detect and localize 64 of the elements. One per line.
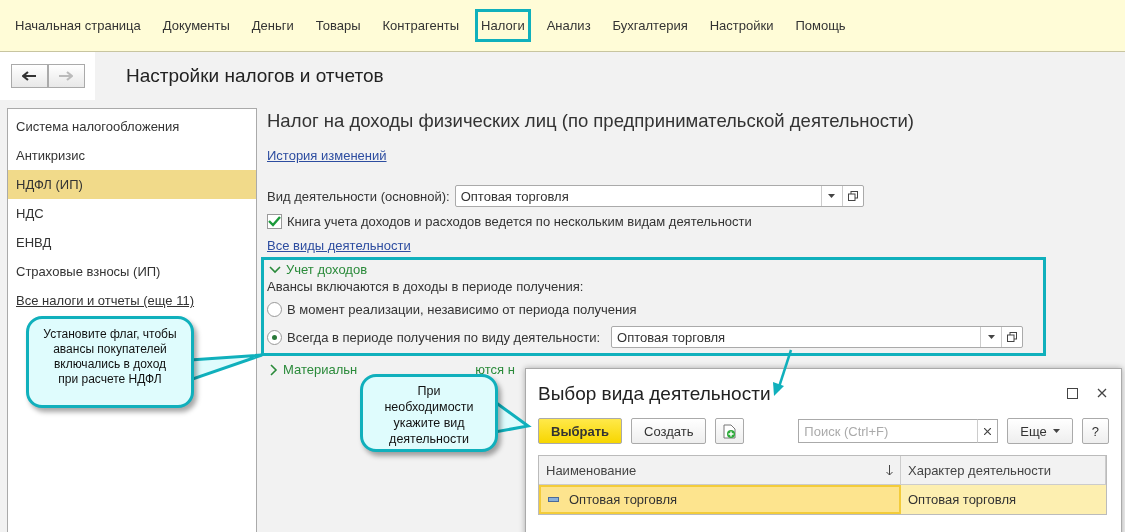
forward-arrow-icon (59, 71, 73, 81)
column-header[interactable]: Характер деятельности (901, 456, 1106, 484)
dropdown-caret-icon (828, 194, 836, 198)
sort-arrow-icon (886, 464, 893, 476)
section-title: Налог на доходы физических лиц (по предпринимательской деятельности) (267, 110, 915, 132)
dropdown-caret-icon (987, 335, 995, 339)
item-icon (548, 497, 559, 502)
maximize-button[interactable] (1065, 386, 1079, 400)
checkbox-label: Книга учета доходов и расходов ведется по нескольким видам деятельности (287, 214, 752, 229)
menu-item[interactable]: Анализ (540, 9, 597, 42)
field-label: Вид деятельности (основной): (267, 188, 450, 204)
copy-button[interactable] (715, 418, 745, 444)
create-button[interactable]: Создать (631, 418, 707, 444)
radio-label: В момент реализации, независимо от периода получения (287, 301, 637, 317)
all-taxes-link[interactable]: Все налоги и отчеты (еще 11) (16, 288, 195, 313)
open-icon (1007, 332, 1018, 342)
sidebar-item[interactable]: Система налогообложения (8, 112, 256, 141)
column-header[interactable]: Наименование (539, 456, 901, 484)
sidebar-item[interactable]: НДС (8, 199, 256, 228)
group-title[interactable]: Материальн (283, 362, 358, 377)
menu-item[interactable]: Помощь (789, 9, 852, 42)
dialog-title: Выбор вида деятельности (538, 383, 772, 405)
clear-icon[interactable] (984, 427, 992, 435)
callout: При необходимости укажите вид деятельности (360, 374, 498, 452)
table-row[interactable]: Оптовая торговля Оптовая торговля (539, 485, 1106, 514)
menu-item[interactable]: Товары (309, 9, 367, 42)
history-link[interactable]: История изменений (267, 148, 387, 163)
dropdown-caret-icon (1052, 429, 1060, 433)
page-title: Настройки налогов и отчетов (126, 65, 384, 87)
menu-item[interactable]: Настройки (703, 9, 780, 42)
sidebar-item[interactable]: Страховые взносы (ИП) (8, 257, 256, 286)
question-label: Авансы включаются в доходы в периоде получения: (267, 279, 585, 294)
activity-select[interactable]: Оптовая торговля (611, 326, 1024, 348)
activity-select[interactable]: Оптовая торговля (454, 185, 864, 207)
more-button[interactable]: Еще (1007, 418, 1073, 444)
help-button[interactable]: ? (1081, 418, 1109, 444)
menu-item[interactable]: Бухгалтерия (606, 9, 694, 42)
open-icon (847, 191, 858, 201)
menu-item[interactable]: Начальная страница (9, 9, 147, 42)
chevron-icon[interactable] (270, 363, 278, 376)
all-activities-link[interactable]: Все виды деятельности (267, 238, 411, 253)
radio-label: Всегда в периоде получения по виду деятельности: (287, 329, 601, 345)
sidebar-item[interactable]: ЕНВД (8, 228, 256, 257)
menu-item[interactable]: Документы (156, 9, 236, 42)
menu-item[interactable]: Налоги (475, 9, 531, 42)
callout: Установите флаг, чтобы авансы покупателей включались в доход при расчете НДФЛ (26, 316, 194, 408)
add-document-icon (723, 423, 737, 439)
chevron-icon[interactable] (269, 265, 281, 274)
menu-item[interactable]: Контрагенты (376, 9, 466, 42)
radio-button[interactable] (267, 301, 282, 317)
menu-item[interactable]: Деньги (245, 9, 300, 42)
back-arrow-icon (22, 71, 36, 81)
group-title[interactable]: Учет доходов (286, 262, 368, 277)
sidebar-item[interactable]: НДФЛ (ИП) (8, 170, 256, 199)
radio-button[interactable] (267, 329, 282, 345)
search-field[interactable]: Поиск (Ctrl+F) (798, 419, 978, 443)
sidebar-item[interactable]: Антикризис (8, 141, 256, 170)
back-button[interactable] (10, 64, 48, 88)
checkbox[interactable] (267, 214, 282, 229)
select-button[interactable]: Выбрать (538, 418, 623, 444)
table-cell: Оптовая торговля (569, 492, 678, 507)
close-button[interactable] (1095, 386, 1109, 400)
group-title[interactable]: ются н (475, 362, 515, 377)
table-cell: Оптовая торговля (908, 492, 1017, 507)
